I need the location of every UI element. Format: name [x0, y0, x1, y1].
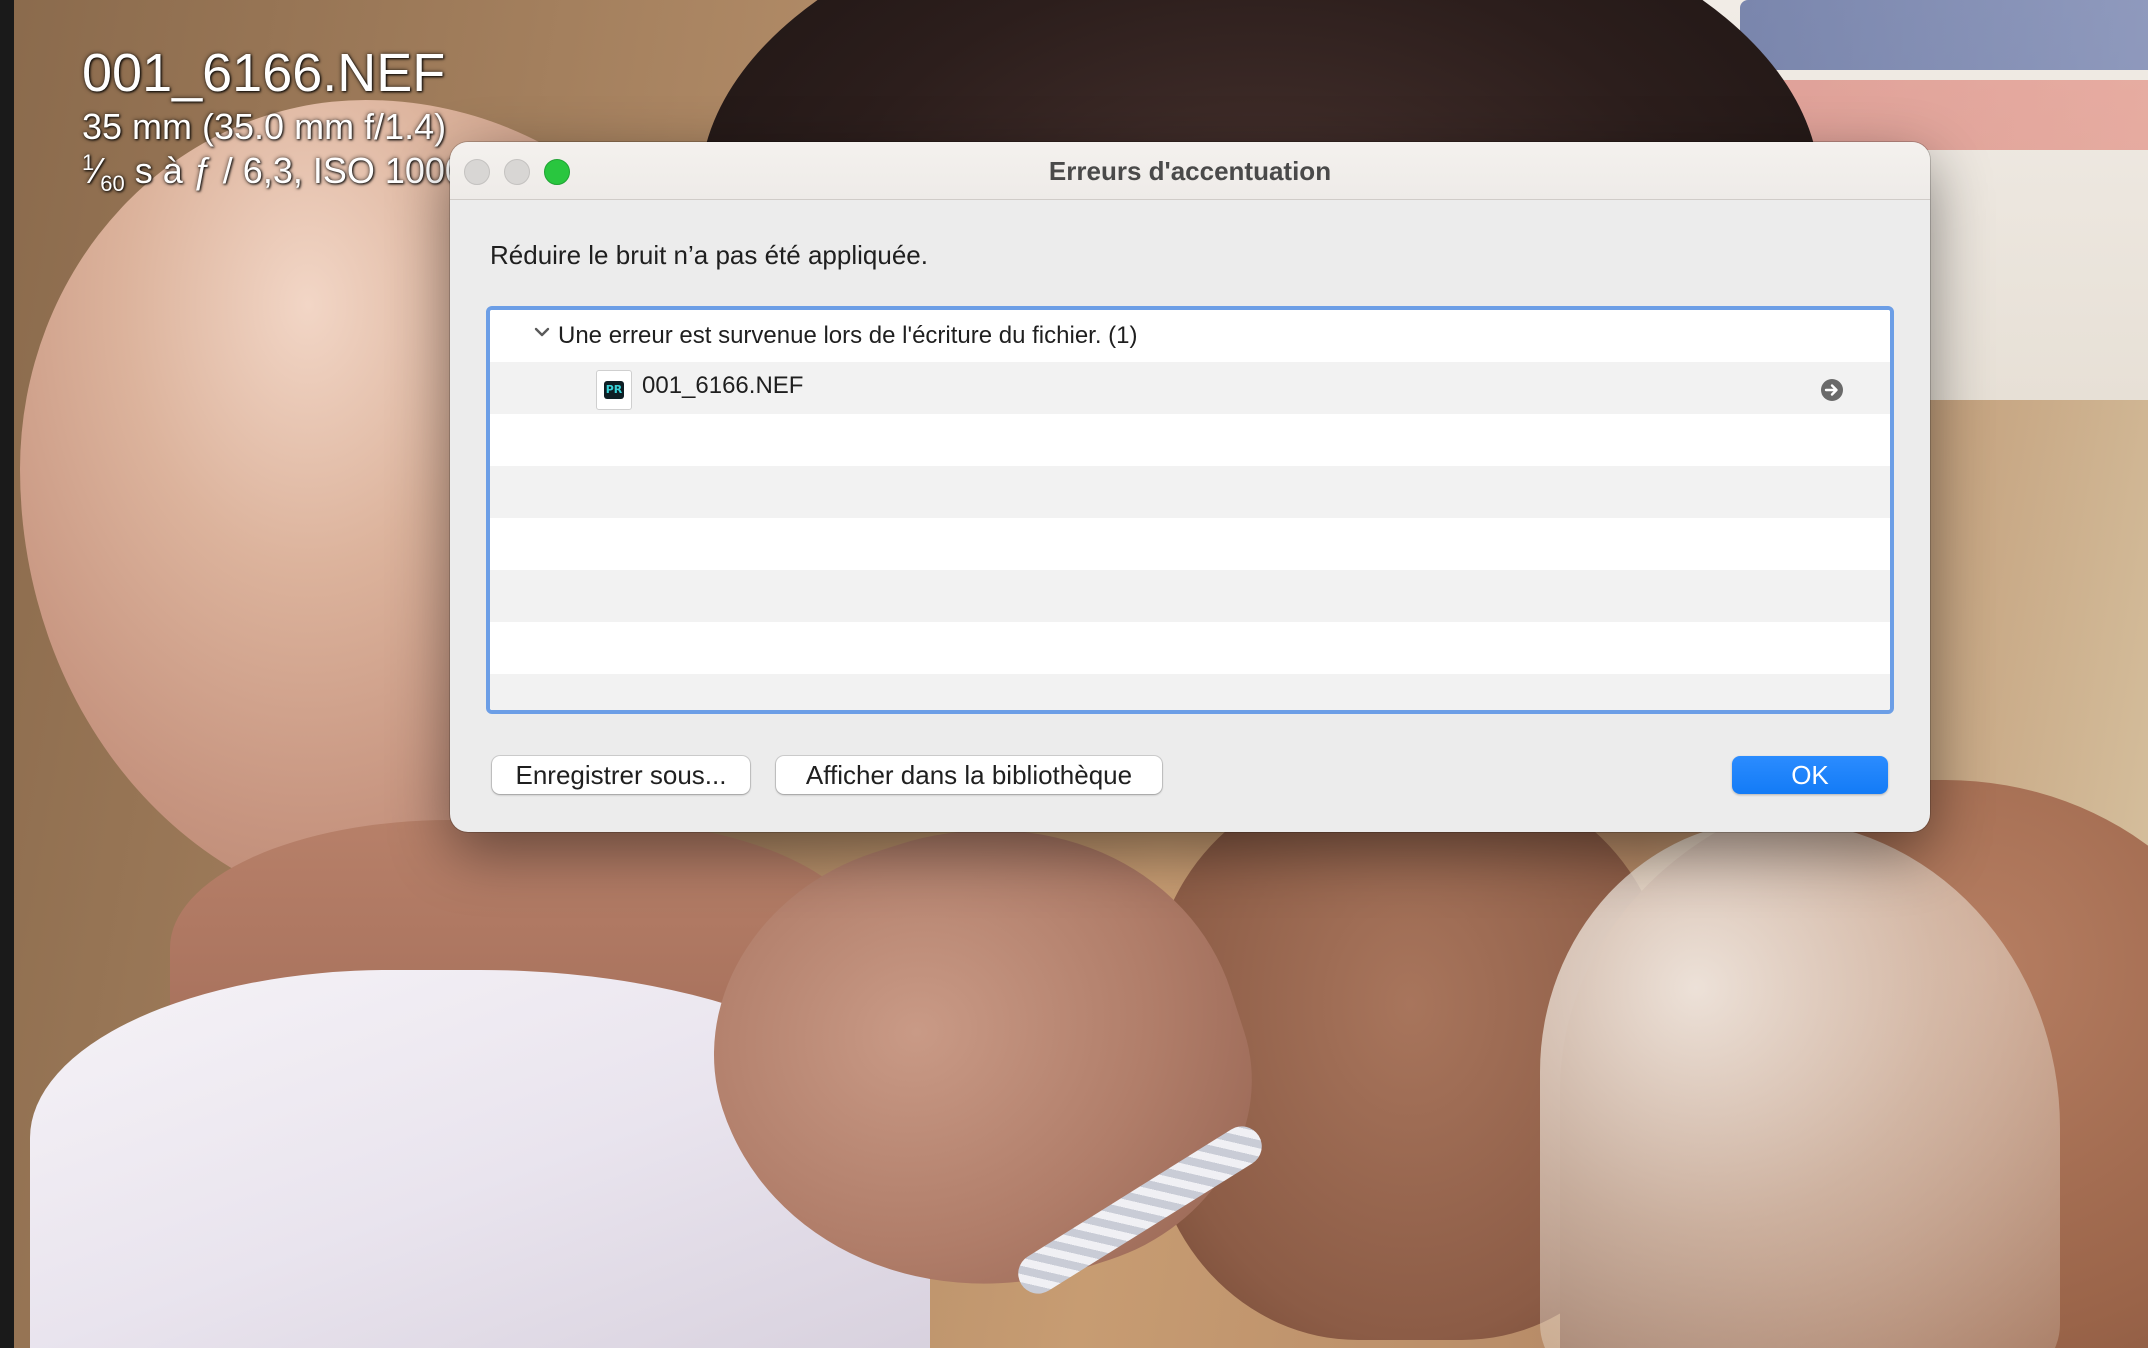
- dialog-titlebar: Erreurs d'accentuation: [450, 142, 1930, 200]
- chevron-down-icon[interactable]: [530, 320, 554, 344]
- ok-button[interactable]: OK: [1732, 756, 1888, 794]
- show-in-library-button[interactable]: Afficher dans la bibliothèque: [776, 756, 1162, 794]
- reveal-arrow-icon[interactable]: [1820, 378, 1844, 402]
- file-name: 001_6166.NEF: [642, 372, 804, 399]
- error-group-header[interactable]: Une erreur est survenue lors de l'écritu…: [490, 310, 1890, 362]
- dialog-message: Réduire le bruit n’a pas été appliquée.: [490, 240, 928, 270]
- error-list[interactable]: Une erreur est survenue lors de l'écritu…: [486, 306, 1894, 714]
- empty-list-row: [490, 518, 1890, 570]
- background-sign-band: [1760, 80, 2148, 150]
- list-item[interactable]: PR 001_6166.NEF: [490, 362, 1890, 414]
- dialog-title: Erreurs d'accentuation: [1048, 156, 1332, 186]
- photo-edge: [0, 0, 14, 1348]
- photo-info-overlay: 001_6166.NEF 35 mm (35.0 mm f/1.4) 1⁄60 …: [82, 43, 465, 197]
- empty-list-row: [490, 622, 1890, 674]
- lightroom-raw-file-icon: PR: [596, 370, 632, 410]
- error-dialog: Erreurs d'accentuation Réduire le bruit …: [450, 142, 1930, 832]
- save-as-button[interactable]: Enregistrer sous...: [492, 756, 750, 794]
- shutter-numerator: 1: [82, 149, 95, 175]
- empty-list-row: [490, 674, 1890, 710]
- photo-exposure-info: 1⁄60 s à ƒ / 6,3, ISO 1000: [82, 149, 465, 197]
- photo-filename: 001_6166.NEF: [82, 43, 446, 103]
- file-icon-badge: PR: [604, 381, 624, 399]
- empty-list-row: [490, 466, 1890, 518]
- shutter-denominator: 60: [100, 171, 125, 197]
- empty-list-row: [490, 570, 1890, 622]
- photo-lens-info: 35 mm (35.0 mm f/1.4): [82, 106, 447, 148]
- exposure-details: s à ƒ / 6,3, ISO 1000: [124, 149, 465, 191]
- error-group-label: Une erreur est survenue lors de l'écritu…: [558, 322, 1138, 349]
- background-sign-band: [1740, 0, 2148, 70]
- empty-list-row: [490, 414, 1890, 466]
